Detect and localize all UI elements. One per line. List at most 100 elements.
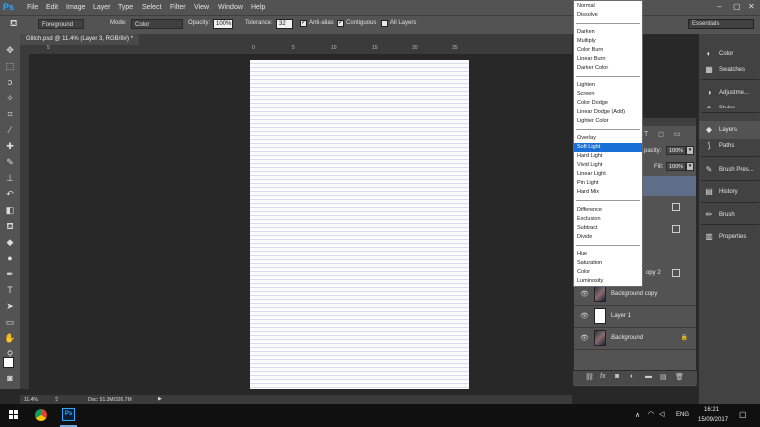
share-icon[interactable]: ⇪ [54, 396, 59, 403]
menu-view[interactable]: View [194, 0, 209, 15]
eye-icon[interactable]: 👁 [580, 334, 589, 343]
blur-tool-icon[interactable]: ◆ [4, 236, 16, 248]
photoshop-taskbar-icon[interactable]: Ps [62, 408, 75, 421]
mode-select[interactable]: Color [131, 19, 183, 29]
menu-file[interactable]: File [27, 0, 38, 15]
quick-select-tool-icon[interactable]: ✧ [4, 92, 16, 104]
blend-mode-option[interactable]: Color [574, 268, 642, 277]
paint-bucket-icon[interactable]: ⛾ [10, 18, 17, 30]
language-indicator[interactable]: ENG [676, 412, 689, 418]
foreground-color-swatch[interactable] [3, 357, 14, 368]
type-tool-icon[interactable]: T [4, 284, 16, 296]
fill-dropdown-arrow-icon[interactable]: ▾ [686, 162, 694, 171]
all-layers-checkbox[interactable] [381, 20, 388, 27]
document-info[interactable]: Doc: 51.3M/326.7M [88, 397, 132, 403]
blend-mode-option[interactable]: Multiply [574, 37, 642, 46]
menu-image[interactable]: Image [66, 0, 85, 15]
blend-mode-option[interactable]: Overlay [574, 134, 642, 143]
menu-filter[interactable]: Filter [170, 0, 186, 15]
blend-mode-option[interactable]: Normal [574, 2, 642, 11]
path-select-tool-icon[interactable]: ➤ [4, 300, 16, 312]
volume-icon[interactable]: ◁ [659, 410, 664, 418]
blend-mode-option[interactable]: Darker Color [574, 64, 642, 73]
link-layers-icon[interactable]: ⛓ [585, 373, 594, 381]
adjustment-layer-icon[interactable]: ◐ [630, 373, 634, 380]
blend-mode-option[interactable]: Saturation [574, 259, 642, 268]
dock-brush[interactable]: ✏ Brush [699, 206, 760, 224]
tolerance-input[interactable]: 32 [276, 19, 293, 29]
dock-properties[interactable]: ▥ Properties [699, 228, 760, 246]
dock-paths[interactable]: ⟆ Paths [699, 137, 760, 155]
opacity-input[interactable]: 100% [213, 19, 233, 29]
clock-time[interactable]: 16:21 [704, 407, 719, 413]
blend-mode-option[interactable]: Difference [574, 206, 642, 215]
layer-row[interactable]: 👁 Background copy [574, 284, 696, 306]
new-group-icon[interactable]: ▬ [645, 373, 652, 380]
blend-mode-option[interactable]: Subtract [574, 224, 642, 233]
new-layer-icon[interactable]: ▤ [660, 373, 667, 381]
hand-tool-icon[interactable]: ✋ [4, 332, 16, 344]
workspace-select[interactable]: Essentials [688, 19, 754, 29]
brush-tool-icon[interactable]: ✎ [4, 156, 16, 168]
eyedropper-tool-icon[interactable]: ⁄ [4, 124, 16, 136]
pen-tool-icon[interactable]: ✒ [4, 268, 16, 280]
add-mask-icon[interactable]: ◙ [615, 373, 619, 380]
dodge-tool-icon[interactable]: ● [4, 252, 16, 264]
blend-mode-option[interactable]: Hard Light [574, 152, 642, 161]
opacity-dropdown-arrow-icon[interactable]: ▾ [686, 146, 694, 155]
blend-mode-option[interactable]: Linear Light [574, 170, 642, 179]
shape-tool-icon[interactable]: ▭ [4, 316, 16, 328]
fill-source-select[interactable]: Foreground [38, 19, 84, 29]
antialias-checkbox[interactable]: ✓ [300, 20, 307, 27]
eye-icon[interactable]: 👁 [580, 290, 589, 299]
blend-mode-option[interactable]: Color Burn [574, 46, 642, 55]
eraser-tool-icon[interactable]: ◧ [4, 204, 16, 216]
dock-brush-presets[interactable]: ✎ Brush Pres... [699, 161, 760, 179]
blend-mode-option[interactable]: Lighter Color [574, 117, 642, 126]
layer-fill-input[interactable]: 100% [666, 162, 686, 171]
layer-filter-icons[interactable]: T ◻ ▭ [644, 130, 684, 138]
document-canvas[interactable] [250, 60, 469, 389]
menu-edit[interactable]: Edit [46, 0, 58, 15]
dock-swatches[interactable]: ▦ Swatches [699, 61, 760, 79]
dock-history[interactable]: ▤ History [699, 183, 760, 201]
paint-bucket-tool-icon[interactable]: ⛾ [4, 220, 16, 232]
layer-style-icon[interactable]: fx [600, 373, 605, 380]
blend-mode-option[interactable]: Linear Burn [574, 55, 642, 64]
menu-select[interactable]: Select [142, 0, 161, 15]
minimize-button[interactable]: – [717, 2, 721, 12]
status-menu-arrow-icon[interactable]: ▶ [158, 396, 162, 402]
marquee-tool-icon[interactable]: ⬚ [4, 60, 16, 72]
blend-mode-option[interactable]: Luminosity [574, 277, 642, 286]
maximize-button[interactable]: ▢ [733, 2, 741, 12]
stamp-tool-icon[interactable]: ⊥ [4, 172, 16, 184]
blend-mode-option[interactable]: Pin Light [574, 179, 642, 188]
lasso-tool-icon[interactable]: ↄ [4, 76, 16, 88]
blend-mode-option-selected[interactable]: Soft Light [574, 143, 642, 152]
chrome-icon[interactable] [35, 409, 47, 421]
blend-mode-option[interactable]: Exclusion [574, 215, 642, 224]
blend-mode-option[interactable]: Color Dodge [574, 99, 642, 108]
dock-styles[interactable]: ◈ Styles [699, 100, 760, 108]
menu-window[interactable]: Window [218, 0, 243, 15]
blend-mode-option[interactable]: Hue [574, 250, 642, 259]
blend-mode-dropdown[interactable]: Normal Dissolve Darken Multiply Color Bu… [573, 0, 643, 287]
blend-mode-option[interactable]: Hard Mix [574, 188, 642, 197]
history-brush-tool-icon[interactable]: ↶ [4, 188, 16, 200]
wifi-icon[interactable]: ◠ [648, 410, 654, 418]
blend-mode-option[interactable]: Screen [574, 90, 642, 99]
quick-mask-icon[interactable]: ◙ [4, 372, 16, 384]
layer-opacity-input[interactable]: 100% [666, 146, 686, 155]
eye-icon[interactable]: 👁 [580, 312, 589, 321]
menu-help[interactable]: Help [251, 0, 265, 15]
zoom-level[interactable]: 11.4% [24, 397, 38, 403]
blend-mode-option[interactable]: Divide [574, 233, 642, 242]
windows-start-icon[interactable] [9, 410, 19, 420]
blend-mode-option[interactable]: Lighten [574, 81, 642, 90]
menu-layer[interactable]: Layer [93, 0, 111, 15]
menu-type[interactable]: Type [118, 0, 133, 15]
layer-row[interactable]: 👁 Background 🔒 [574, 328, 696, 350]
layer-row[interactable]: 👁 Layer 1 [574, 306, 696, 328]
delete-layer-icon[interactable]: 🗑 [675, 373, 684, 381]
healing-tool-icon[interactable]: ✚ [4, 140, 16, 152]
